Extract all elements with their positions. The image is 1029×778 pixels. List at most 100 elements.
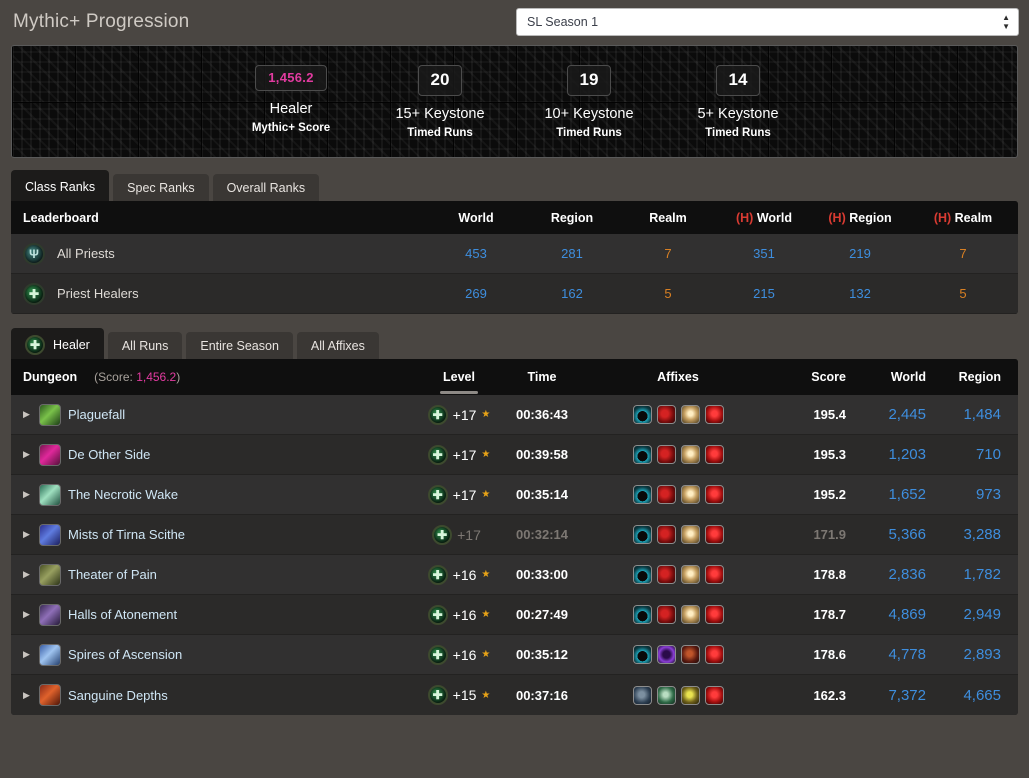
tab-class-ranks[interactable]: Class Ranks [11, 170, 110, 201]
affix-bursting-icon[interactable] [656, 405, 676, 424]
column-world[interactable]: World [846, 370, 926, 384]
affix-explosive-icon[interactable] [680, 565, 700, 584]
spinner-arrows-icon[interactable]: ▲ ▼ [1002, 13, 1010, 30]
affix-raging-icon[interactable] [656, 685, 676, 705]
expand-row-icon[interactable]: ▶ [23, 609, 32, 620]
affix-tyrannical-icon[interactable] [632, 565, 652, 584]
column-world[interactable]: World [428, 211, 524, 225]
table-row[interactable]: ✚ Priest Healers 269 162 5 215 132 5 [11, 274, 1018, 314]
run-world-rank[interactable]: 7,372 [888, 687, 926, 704]
rank-world[interactable]: 453 [428, 246, 524, 261]
affix-tyrannical-icon[interactable] [632, 405, 652, 424]
column-time[interactable]: Time [496, 370, 588, 384]
affix-explosive-icon[interactable] [680, 525, 700, 544]
table-row[interactable]: ▶ Mists of Tirna Scithe ✚ +17 00:32:14 171.9 5… [11, 515, 1018, 555]
column-realm[interactable]: Realm [620, 211, 716, 225]
run-filter-tabs[interactable]: ✚ Healer All Runs Entire Season All Affixes [11, 328, 1018, 359]
run-region-rank[interactable]: 2,893 [963, 646, 1001, 663]
expand-row-icon[interactable]: ▶ [23, 529, 32, 540]
rank-region[interactable]: 162 [524, 286, 620, 301]
expand-row-icon[interactable]: ▶ [23, 449, 32, 460]
affix-tyrannical-icon[interactable] [632, 525, 652, 544]
rank-region[interactable]: 281 [524, 246, 620, 261]
affix-tyrannical-icon[interactable] [632, 605, 652, 624]
affix-prideful-icon[interactable] [704, 645, 724, 664]
affix-explosive-icon[interactable] [680, 485, 700, 504]
rank-realm[interactable]: 5 [620, 286, 716, 301]
rank-horde-region[interactable]: 132 [812, 286, 908, 301]
run-region-rank[interactable]: 1,782 [963, 566, 1001, 583]
dungeon-name[interactable]: Halls of Atonement [68, 607, 177, 622]
expand-row-icon[interactable]: ▶ [23, 409, 32, 420]
run-region-rank[interactable]: 973 [976, 486, 1001, 503]
affix-explosive-icon[interactable] [680, 405, 700, 424]
rank-horde-realm[interactable]: 5 [908, 286, 1018, 301]
expand-row-icon[interactable]: ▶ [23, 690, 32, 701]
rank-world[interactable]: 269 [428, 286, 524, 301]
run-region-rank[interactable]: 710 [976, 446, 1001, 463]
rank-horde-world[interactable]: 351 [716, 246, 812, 261]
affix-prideful-icon[interactable] [704, 405, 724, 424]
run-region-rank[interactable]: 3,288 [963, 526, 1001, 543]
column-region[interactable]: Region [524, 211, 620, 225]
expand-row-icon[interactable]: ▶ [23, 649, 32, 660]
tab-spec-ranks[interactable]: Spec Ranks [113, 174, 209, 201]
affix-bursting-icon[interactable] [656, 445, 676, 464]
expand-row-icon[interactable]: ▶ [23, 569, 32, 580]
table-row[interactable]: ▶ Sanguine Depths ✚ +15 ★ 00:37:16 162.3 7,372 4… [11, 675, 1018, 715]
run-region-rank[interactable]: 2,949 [963, 606, 1001, 623]
tab-healer[interactable]: ✚ Healer [11, 328, 104, 359]
column-affixes[interactable]: Affixes [588, 370, 768, 384]
affix-volcanic-icon[interactable] [656, 645, 676, 664]
dungeon-name[interactable]: Theater of Pain [68, 567, 157, 582]
affix-tyrannical-icon[interactable] [632, 645, 652, 664]
tab-all-runs[interactable]: All Runs [107, 332, 183, 359]
dungeon-name[interactable]: Spires of Ascension [68, 647, 182, 662]
run-region-rank[interactable]: 1,484 [963, 406, 1001, 423]
run-world-rank[interactable]: 4,869 [888, 606, 926, 623]
affix-bursting-icon[interactable] [656, 565, 676, 584]
dungeon-name[interactable]: Sanguine Depths [68, 688, 168, 703]
rank-realm[interactable]: 7 [620, 246, 716, 261]
dungeon-name[interactable]: The Necrotic Wake [68, 487, 178, 502]
affix-prideful-icon[interactable] [704, 445, 724, 464]
column-horde-realm[interactable]: (H) Realm [908, 211, 1018, 225]
rank-tabs[interactable]: Class Ranks Spec Ranks Overall Ranks [11, 170, 1018, 201]
run-world-rank[interactable]: 2,836 [888, 566, 926, 583]
rank-horde-realm[interactable]: 7 [908, 246, 1018, 261]
tab-overall-ranks[interactable]: Overall Ranks [212, 174, 320, 201]
dungeon-name[interactable]: Mists of Tirna Scithe [68, 527, 185, 542]
run-world-rank[interactable]: 2,445 [888, 406, 926, 423]
table-row[interactable]: ▶ Plaguefall ✚ +17 ★ 00:36:43 195.4 2,445 1,484 [11, 395, 1018, 435]
table-row[interactable]: ▶ The Necrotic Wake ✚ +17 ★ 00:35:14 195.2 1,65… [11, 475, 1018, 515]
table-row[interactable]: Ψ All Priests 453 281 7 351 219 7 [11, 234, 1018, 274]
affix-bursting-icon[interactable] [656, 485, 676, 504]
dungeon-name[interactable]: De Other Side [68, 447, 150, 462]
column-horde-world[interactable]: (H) World [716, 211, 812, 225]
affix-necrotic-icon[interactable] [680, 645, 700, 664]
column-horde-region[interactable]: (H) Region [812, 211, 908, 225]
run-world-rank[interactable]: 4,778 [888, 646, 926, 663]
affix-explosive-icon[interactable] [680, 605, 700, 624]
rank-horde-region[interactable]: 219 [812, 246, 908, 261]
affix-tyrannical-icon[interactable] [632, 485, 652, 504]
dungeon-name[interactable]: Plaguefall [68, 407, 125, 422]
table-row[interactable]: ▶ Halls of Atonement ✚ +16 ★ 00:27:49 178.7 4,8… [11, 595, 1018, 635]
column-level[interactable]: Level [422, 370, 496, 384]
tab-entire-season[interactable]: Entire Season [186, 332, 293, 359]
affix-prideful-icon[interactable] [704, 565, 724, 584]
affix-bursting-icon[interactable] [656, 605, 676, 624]
affix-fortified-icon[interactable] [632, 685, 652, 705]
run-world-rank[interactable]: 5,366 [888, 526, 926, 543]
expand-row-icon[interactable]: ▶ [23, 489, 32, 500]
season-select[interactable]: SL Season 1 ▲ ▼ [516, 7, 1019, 36]
run-world-rank[interactable]: 1,652 [888, 486, 926, 503]
affix-prideful-icon[interactable] [704, 605, 724, 624]
table-row[interactable]: ▶ Spires of Ascension ✚ +16 ★ 00:35:12 178.6 4,… [11, 635, 1018, 675]
rank-horde-world[interactable]: 215 [716, 286, 812, 301]
run-region-rank[interactable]: 4,665 [963, 687, 1001, 704]
table-row[interactable]: ▶ Theater of Pain ✚ +16 ★ 00:33:00 178.8 2,836 1… [11, 555, 1018, 595]
table-row[interactable]: ▶ De Other Side ✚ +17 ★ 00:39:58 195.3 1,203 710 [11, 435, 1018, 475]
affix-tyrannical-icon[interactable] [632, 445, 652, 464]
column-region[interactable]: Region [926, 370, 1018, 384]
